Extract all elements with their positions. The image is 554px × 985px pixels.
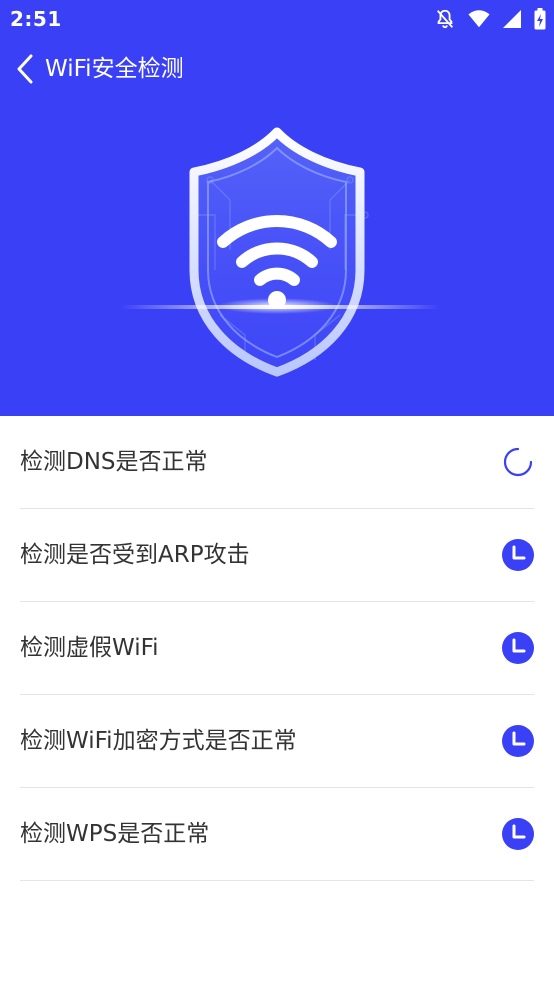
signal-icon [503, 10, 521, 28]
clock-icon [502, 539, 534, 571]
check-item-label: 检测WiFi加密方式是否正常 [20, 728, 297, 754]
status-bar: 2:51 [0, 0, 554, 38]
check-item-fake-wifi: 检测虚假WiFi [20, 602, 534, 695]
status-time: 2:51 [10, 7, 62, 31]
check-item-label: 检测是否受到ARP攻击 [20, 542, 250, 568]
hero-illustration [120, 120, 440, 390]
clock-icon [502, 632, 534, 664]
page-title: WiFi安全检测 [45, 56, 184, 82]
check-item-arp: 检测是否受到ARP攻击 [20, 509, 534, 602]
check-item-dns: 检测DNS是否正常 [20, 416, 534, 509]
wifi-shield-icon [120, 127, 440, 377]
battery-charging-icon [534, 8, 546, 30]
check-item-wps: 检测WPS是否正常 [20, 788, 534, 881]
check-item-label: 检测虚假WiFi [20, 635, 159, 661]
spinner-icon [503, 447, 533, 477]
check-item-encryption: 检测WiFi加密方式是否正常 [20, 695, 534, 788]
check-list: 检测DNS是否正常 检测是否受到ARP攻击 检测虚假WiFi 检测WiFi加密方… [0, 416, 554, 881]
check-item-label: 检测WPS是否正常 [20, 821, 210, 847]
header-banner: 2:51 WiFi安全检测 [0, 0, 554, 416]
top-app-bar: WiFi安全检测 [0, 42, 554, 98]
status-icons [434, 8, 546, 30]
clock-icon [502, 725, 534, 757]
chevron-left-icon [17, 54, 33, 84]
clock-icon [502, 818, 534, 850]
notifications-off-icon [436, 9, 454, 29]
check-item-label: 检测DNS是否正常 [20, 449, 208, 475]
back-button[interactable] [12, 54, 38, 84]
wifi-icon [468, 10, 490, 28]
